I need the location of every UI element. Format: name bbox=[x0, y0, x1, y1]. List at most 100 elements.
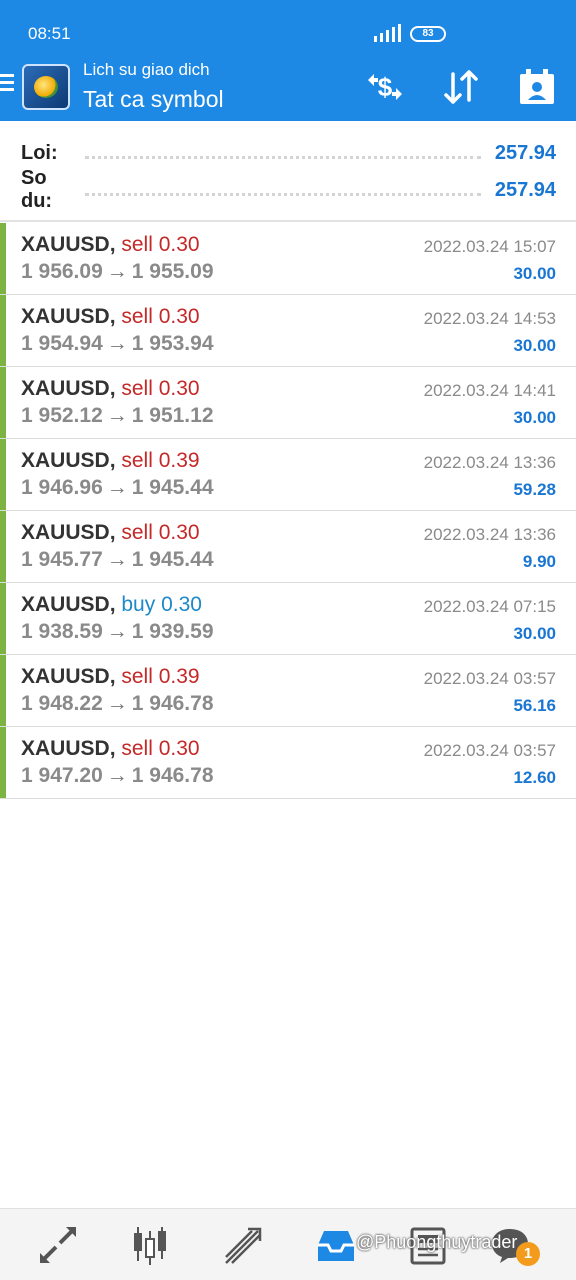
deal-accent-bar bbox=[0, 511, 6, 582]
deal-accent-bar bbox=[0, 295, 6, 366]
deal-title: XAUUSD, sell 0.30 bbox=[21, 377, 200, 401]
deal-close-price: 1 939.59 bbox=[131, 620, 214, 643]
deal-prices: 1 952.12 → 1 951.12 bbox=[21, 404, 214, 428]
deal-open-price: 1 946.96 bbox=[21, 476, 103, 499]
deal-open-price: 1 956.09 bbox=[21, 260, 103, 283]
deal-prices: 1 946.96 → 1 945.44 bbox=[21, 476, 214, 500]
deal-action: sell bbox=[121, 305, 153, 328]
deal-prices: 1 945.77 → 1 945.44 bbox=[21, 548, 214, 572]
deal-action: sell bbox=[121, 377, 153, 400]
chart-icon[interactable] bbox=[128, 1223, 172, 1267]
deal-open-price: 1 947.20 bbox=[21, 764, 103, 787]
quotes-icon[interactable] bbox=[36, 1223, 80, 1267]
deal-row[interactable]: XAUUSD, buy 0.30 1 938.59 → 1 939.59 2022.… bbox=[0, 583, 576, 655]
app-title[interactable]: Tat ca symbol bbox=[83, 86, 224, 113]
deal-row[interactable]: XAUUSD, sell 0.30 1 947.20 → 1 946.78 2022… bbox=[0, 727, 576, 799]
deal-title: XAUUSD, buy 0.30 bbox=[21, 593, 202, 617]
hamburger-menu-icon[interactable] bbox=[0, 74, 14, 96]
deal-action: sell bbox=[121, 449, 153, 472]
deal-close-price: 1 945.44 bbox=[131, 548, 214, 571]
deal-prices: 1 938.59 → 1 939.59 bbox=[21, 620, 214, 644]
deal-volume: 0.39 bbox=[158, 449, 200, 472]
deal-close-price: 1 945.44 bbox=[131, 476, 214, 499]
deal-time: 2022.03.24 03:57 bbox=[423, 741, 556, 760]
deal-volume: 0.39 bbox=[158, 665, 200, 688]
deal-profit: 56.16 bbox=[513, 696, 556, 715]
deal-time: 2022.03.24 07:15 bbox=[423, 597, 556, 616]
app-subtitle: Lich su giao dich bbox=[83, 60, 210, 79]
deal-row[interactable]: XAUUSD, sell 0.30 1 945.77 → 1 945.44 2022… bbox=[0, 511, 576, 583]
deal-title: XAUUSD, sell 0.30 bbox=[21, 305, 200, 329]
profit-value: 257.94 bbox=[494, 141, 556, 164]
trade-icon[interactable] bbox=[220, 1223, 264, 1267]
deposit-withdraw-icon[interactable]: $ bbox=[364, 66, 406, 108]
deal-prices: 1 954.94 → 1 953.94 bbox=[21, 332, 214, 356]
profit-row: Loi: 257.94 bbox=[21, 137, 556, 169]
deal-accent-bar bbox=[0, 655, 6, 726]
deal-separator: , bbox=[109, 593, 116, 616]
dotted-leader bbox=[85, 192, 481, 196]
deal-row[interactable]: XAUUSD, sell 0.30 1 952.12 → 1 951.12 2022… bbox=[0, 367, 576, 439]
watermark-text: @Phuongthuytrader bbox=[356, 1232, 518, 1252]
deal-time: 2022.03.24 03:57 bbox=[423, 669, 556, 688]
right-arrow-icon: → bbox=[106, 476, 128, 499]
deal-separator: , bbox=[109, 233, 116, 256]
deal-row[interactable]: XAUUSD, sell 0.30 1 956.09 → 1 955.09 2022… bbox=[0, 223, 576, 295]
deal-separator: , bbox=[109, 377, 116, 400]
battery-icon: 83 bbox=[410, 26, 446, 42]
deal-title: XAUUSD, sell 0.30 bbox=[21, 233, 200, 257]
deal-time: 2022.03.24 15:07 bbox=[423, 237, 556, 256]
deal-close-price: 1 951.12 bbox=[131, 404, 214, 427]
deal-accent-bar bbox=[0, 583, 6, 654]
history-icon[interactable] bbox=[314, 1223, 358, 1267]
deal-separator: , bbox=[109, 449, 116, 472]
signal-icon bbox=[374, 24, 401, 42]
sort-icon[interactable] bbox=[440, 66, 482, 108]
deal-row[interactable]: XAUUSD, sell 0.30 1 954.94 → 1 953.94 2022… bbox=[0, 295, 576, 367]
calendar-period-icon[interactable] bbox=[516, 66, 558, 108]
deal-accent-bar bbox=[0, 223, 6, 294]
deal-action: sell bbox=[121, 521, 153, 544]
right-arrow-icon: → bbox=[106, 404, 128, 427]
deal-close-price: 1 955.09 bbox=[131, 260, 214, 283]
right-arrow-icon: → bbox=[106, 692, 128, 715]
account-summary: Loi: 257.94 So du: 257.94 bbox=[0, 121, 576, 222]
deal-open-price: 1 954.94 bbox=[21, 332, 103, 355]
deal-close-price: 1 946.78 bbox=[131, 764, 214, 787]
deal-profit: 59.28 bbox=[513, 480, 556, 499]
right-arrow-icon: → bbox=[106, 620, 128, 643]
status-time: 08:51 bbox=[28, 24, 71, 43]
deal-action: sell bbox=[121, 233, 153, 256]
deal-row[interactable]: XAUUSD, sell 0.39 1 946.96 → 1 945.44 2022… bbox=[0, 439, 576, 511]
deal-symbol: XAUUSD bbox=[21, 593, 110, 616]
deal-close-price: 1 953.94 bbox=[131, 332, 214, 355]
deal-open-price: 1 938.59 bbox=[21, 620, 103, 643]
notification-badge: 1 bbox=[516, 1242, 540, 1266]
deal-row[interactable]: XAUUSD, sell 0.39 1 948.22 → 1 946.78 2022… bbox=[0, 655, 576, 727]
deal-time: 2022.03.24 13:36 bbox=[423, 525, 556, 544]
deal-accent-bar bbox=[0, 439, 6, 510]
deal-separator: , bbox=[109, 737, 116, 760]
deal-prices: 1 948.22 → 1 946.78 bbox=[21, 692, 214, 716]
deal-volume: 0.30 bbox=[161, 593, 202, 616]
deal-action: buy bbox=[121, 593, 156, 616]
deals-list: XAUUSD, sell 0.30 1 956.09 → 1 955.09 2022… bbox=[0, 223, 576, 799]
balance-label: So du: bbox=[21, 167, 53, 212]
deal-symbol: XAUUSD bbox=[21, 305, 110, 328]
deal-symbol: XAUUSD bbox=[21, 449, 110, 472]
deal-separator: , bbox=[109, 305, 116, 328]
deal-separator: , bbox=[109, 521, 116, 544]
deal-action: sell bbox=[121, 665, 153, 688]
deal-prices: 1 956.09 → 1 955.09 bbox=[21, 260, 214, 284]
deal-volume: 0.30 bbox=[158, 737, 200, 760]
deal-title: XAUUSD, sell 0.30 bbox=[21, 737, 200, 761]
deal-accent-bar bbox=[0, 727, 6, 798]
deal-profit: 30.00 bbox=[513, 408, 556, 427]
svg-text:$: $ bbox=[378, 72, 393, 102]
app-bar: 08:51 83 Lich su giao dich Tat ca symbol… bbox=[0, 0, 576, 121]
deal-volume: 0.30 bbox=[158, 377, 200, 400]
deal-title: XAUUSD, sell 0.39 bbox=[21, 449, 200, 473]
deal-symbol: XAUUSD bbox=[21, 521, 110, 544]
deal-title: XAUUSD, sell 0.39 bbox=[21, 665, 200, 689]
deal-title: XAUUSD, sell 0.30 bbox=[21, 521, 200, 545]
